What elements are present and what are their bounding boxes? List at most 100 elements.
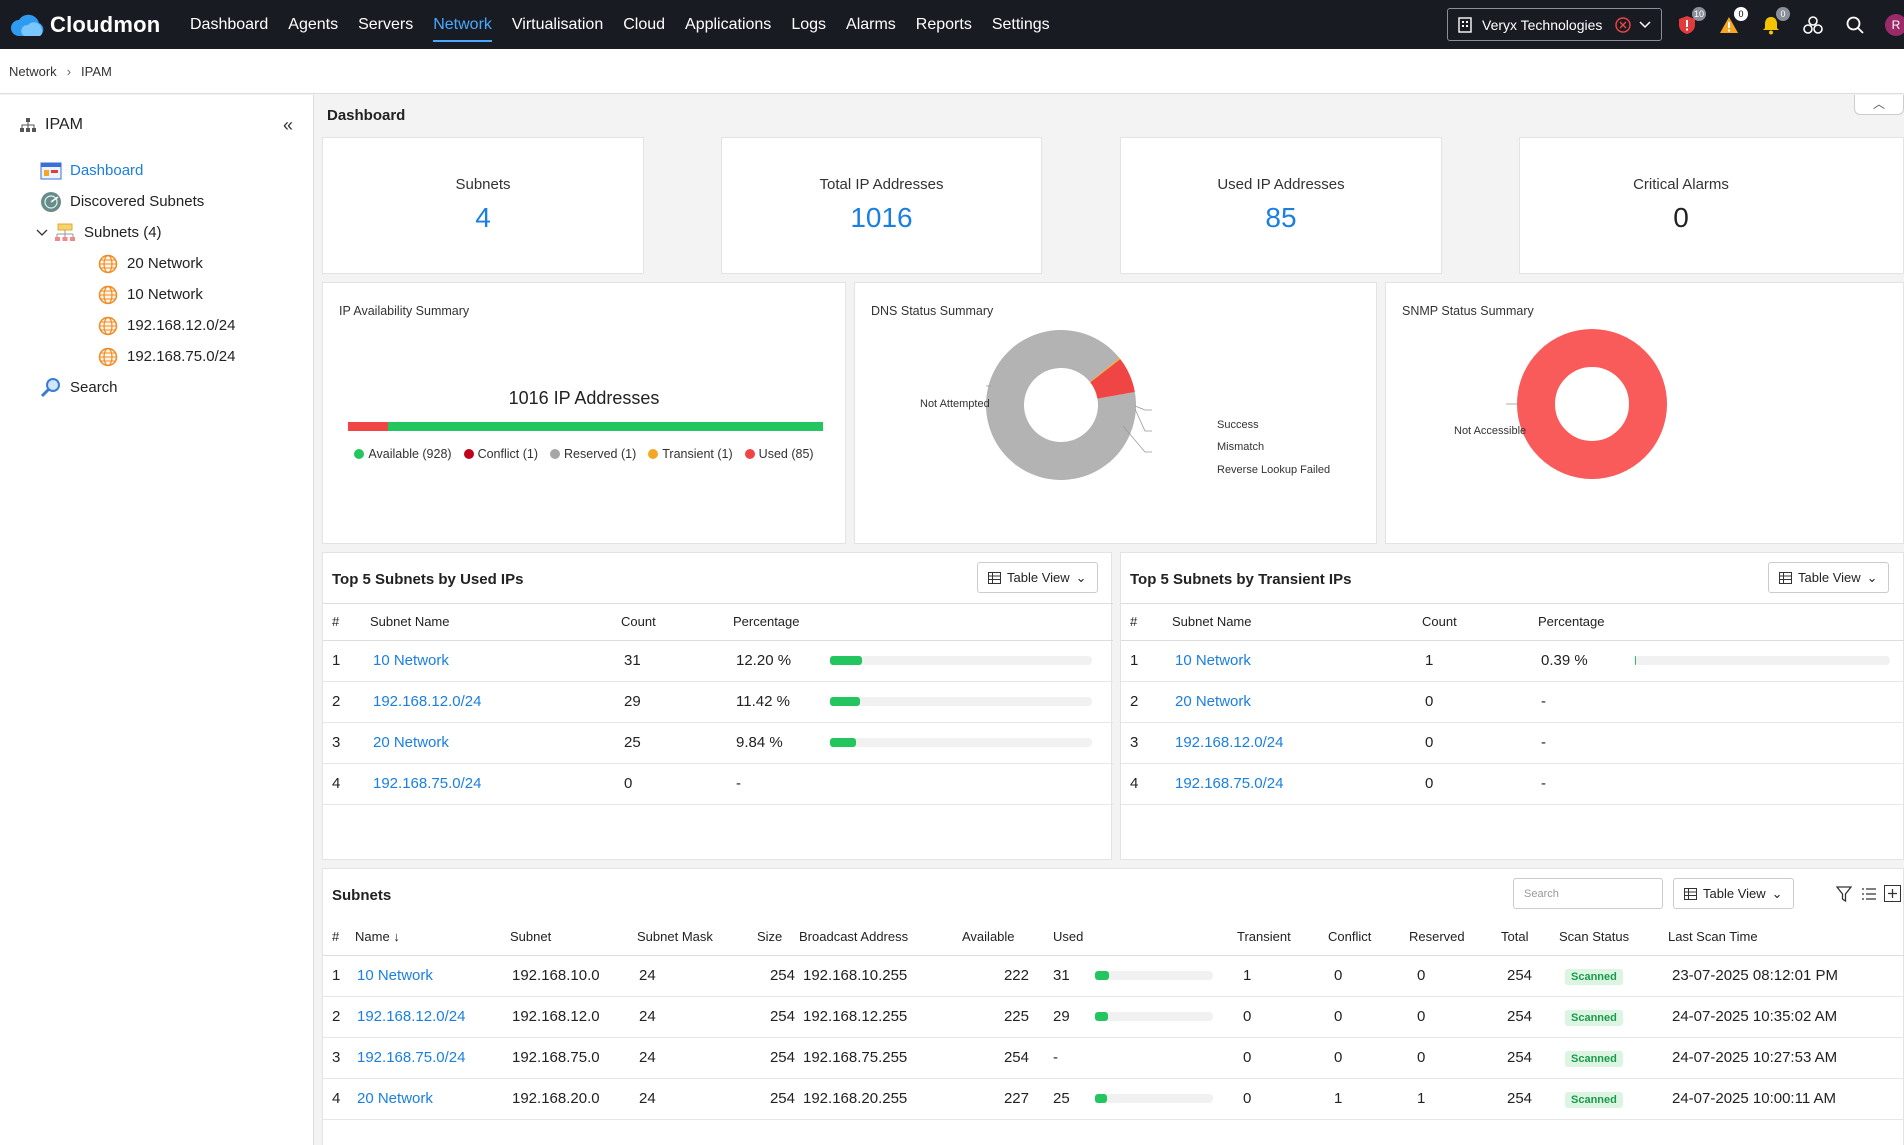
subnet-link[interactable]: 10 Network	[357, 967, 433, 984]
security-alerts[interactable]: 10	[1675, 6, 1706, 37]
collapse-up-icon[interactable]: ︿	[1854, 95, 1904, 115]
nav-virtualisation[interactable]: Virtualisation	[502, 0, 613, 49]
subnet-link[interactable]: 192.168.12.0/24	[1175, 734, 1283, 751]
subnet-link[interactable]: 10 Network	[1175, 652, 1251, 669]
columns-icon[interactable]	[1861, 886, 1877, 906]
table-row[interactable]: 4 20 Network 192.168.20.0 24 254 192.168.20.2…	[323, 1078, 1904, 1120]
sidebar-item-subnets[interactable]: Subnets (4)	[0, 217, 313, 248]
col-name[interactable]: Name ↓	[355, 919, 510, 956]
table-row[interactable]: 2 192.168.12.0/24 192.168.12.0 24 254 192.168…	[323, 996, 1904, 1038]
nav-reports[interactable]: Reports	[906, 0, 982, 49]
subnets-search-input[interactable]: Search	[1513, 878, 1663, 909]
table-row[interactable]: 2 192.168.12.0/24 29 11.42 %	[323, 681, 1113, 723]
table-row[interactable]: 4 192.168.75.0/24 0-	[1121, 763, 1904, 805]
cell-subnet-mask: 24	[637, 1078, 757, 1120]
col-size[interactable]: Size	[757, 919, 799, 956]
col-subnet-name[interactable]: Subnet Name	[1172, 604, 1422, 641]
warnings[interactable]: 0	[1717, 6, 1748, 37]
col-subnet[interactable]: Subnet	[510, 919, 637, 956]
tenant-selector[interactable]: Veryx Technologies	[1447, 8, 1662, 41]
slice-not-accessible[interactable]	[1517, 329, 1667, 479]
col-broadcast[interactable]: Broadcast Address	[799, 919, 962, 956]
add-subnet-icon[interactable]	[1884, 885, 1901, 906]
integrations-button[interactable]	[1801, 13, 1825, 37]
legend-reserved[interactable]: Reserved (1)	[550, 447, 636, 461]
subnet-link[interactable]: 192.168.12.0/24	[357, 1008, 465, 1025]
col-percentage[interactable]: Percentage	[1538, 604, 1904, 641]
nav-servers[interactable]: Servers	[348, 0, 423, 49]
sidebar-item-search[interactable]: Search	[0, 372, 313, 403]
col-count[interactable]: Count	[621, 604, 733, 641]
top-used-view-dropdown[interactable]: Table View ⌄	[977, 562, 1098, 593]
col-scan-status[interactable]: Scan Status	[1559, 919, 1668, 956]
table-row[interactable]: 1 10 Network 1 0.39 %	[1121, 640, 1904, 682]
global-search-button[interactable]	[1843, 13, 1867, 37]
cell-scan-status: Scanned	[1559, 1037, 1668, 1079]
subnet-link[interactable]: 192.168.12.0/24	[373, 693, 481, 710]
table-row[interactable]: 3 192.168.75.0/24 192.168.75.0 24 254 192.168…	[323, 1037, 1904, 1079]
col-transient[interactable]: Transient	[1237, 919, 1328, 956]
nav-agents[interactable]: Agents	[278, 0, 348, 49]
col-conflict[interactable]: Conflict	[1328, 919, 1409, 956]
stat-card-used-ips[interactable]: Used IP Addresses 85	[1120, 137, 1442, 274]
col-used[interactable]: Used	[1053, 919, 1237, 956]
col-count[interactable]: Count	[1422, 604, 1538, 641]
legend-conflict[interactable]: Conflict (1)	[463, 447, 538, 461]
user-avatar[interactable]: R	[1885, 13, 1904, 36]
breadcrumb-network[interactable]: Network	[9, 64, 57, 79]
sidebar-subnet-item[interactable]: 10 Network	[0, 279, 313, 310]
snmp-donut-chart[interactable]	[1386, 283, 1904, 545]
table-row[interactable]: 1 10 Network 192.168.10.0 24 254 192.168.10.2…	[323, 955, 1904, 997]
top-transient-view-dropdown[interactable]: Table View ⌄	[1768, 562, 1889, 593]
app-logo[interactable]: Cloudmon	[10, 12, 170, 38]
stat-card-critical-alarms[interactable]: Critical Alarms 0	[1519, 137, 1904, 274]
subnet-link[interactable]: 20 Network	[357, 1090, 433, 1107]
subnets-view-dropdown[interactable]: Table View ⌄	[1673, 878, 1794, 909]
clear-icon[interactable]	[1615, 16, 1631, 33]
sidebar-subnet-item[interactable]: 20 Network	[0, 248, 313, 279]
nav-dashboard[interactable]: Dashboard	[180, 0, 278, 49]
col-subnet-name[interactable]: Subnet Name	[370, 604, 621, 641]
nav-network[interactable]: Network	[423, 0, 502, 49]
stat-card-subnets[interactable]: Subnets 4	[322, 137, 644, 274]
legend-available[interactable]: Available (928)	[354, 447, 452, 461]
collapse-sidebar-icon[interactable]: «	[283, 115, 293, 136]
col-total[interactable]: Total	[1501, 919, 1559, 956]
table-row[interactable]: 1 10 Network 31 12.20 %	[323, 640, 1113, 682]
subnet-link[interactable]: 10 Network	[373, 652, 449, 669]
slice-not-attempted[interactable]	[985, 329, 1136, 480]
col-reserved[interactable]: Reserved	[1409, 919, 1501, 956]
subnet-link[interactable]: 20 Network	[373, 734, 449, 751]
table-row[interactable]: 3 192.168.12.0/24 0-	[1121, 722, 1904, 764]
subnet-link[interactable]: 192.168.75.0/24	[1175, 775, 1283, 792]
table-row[interactable]: 4 192.168.75.0/24 0-	[323, 763, 1113, 805]
sidebar-item-dashboard[interactable]: Dashboard	[0, 155, 313, 186]
dns-donut-chart[interactable]	[855, 283, 1378, 545]
sidebar-item-discovered-subnets[interactable]: Discovered Subnets	[0, 186, 313, 217]
col-subnet-mask[interactable]: Subnet Mask	[637, 919, 757, 956]
col-available[interactable]: Available	[962, 919, 1053, 956]
sidebar-subnet-item[interactable]: 192.168.12.0/24	[0, 310, 313, 341]
subnet-link[interactable]: 20 Network	[1175, 693, 1251, 710]
subnet-link[interactable]: 192.168.75.0/24	[357, 1049, 465, 1066]
percentage-text: -	[736, 775, 741, 792]
nav-settings[interactable]: Settings	[982, 0, 1060, 49]
ip-availability-bar[interactable]	[348, 422, 823, 431]
sidebar-subnet-item[interactable]: 192.168.75.0/24	[0, 341, 313, 372]
legend-transient[interactable]: Transient (1)	[648, 447, 733, 461]
filter-icon[interactable]	[1835, 886, 1853, 906]
notifications[interactable]: 0	[1759, 6, 1790, 37]
cell-last-scan-time: 24-07-2025 10:35:02 AM	[1668, 996, 1904, 1038]
nav-alarms[interactable]: Alarms	[836, 0, 906, 49]
col-percentage[interactable]: Percentage	[733, 604, 1093, 641]
subnet-link[interactable]: 192.168.75.0/24	[373, 775, 481, 792]
table-row[interactable]: 2 20 Network 0-	[1121, 681, 1904, 723]
chevron-down-icon[interactable]	[36, 224, 48, 241]
nav-applications[interactable]: Applications	[675, 0, 781, 49]
nav-logs[interactable]: Logs	[781, 0, 836, 49]
nav-cloud[interactable]: Cloud	[613, 0, 675, 49]
col-last-scan-time[interactable]: Last Scan Time	[1668, 919, 1904, 956]
table-row[interactable]: 3 20 Network 25 9.84 %	[323, 722, 1113, 764]
legend-used[interactable]: Used (85)	[744, 447, 814, 461]
stat-card-total-ips[interactable]: Total IP Addresses 1016	[721, 137, 1042, 274]
